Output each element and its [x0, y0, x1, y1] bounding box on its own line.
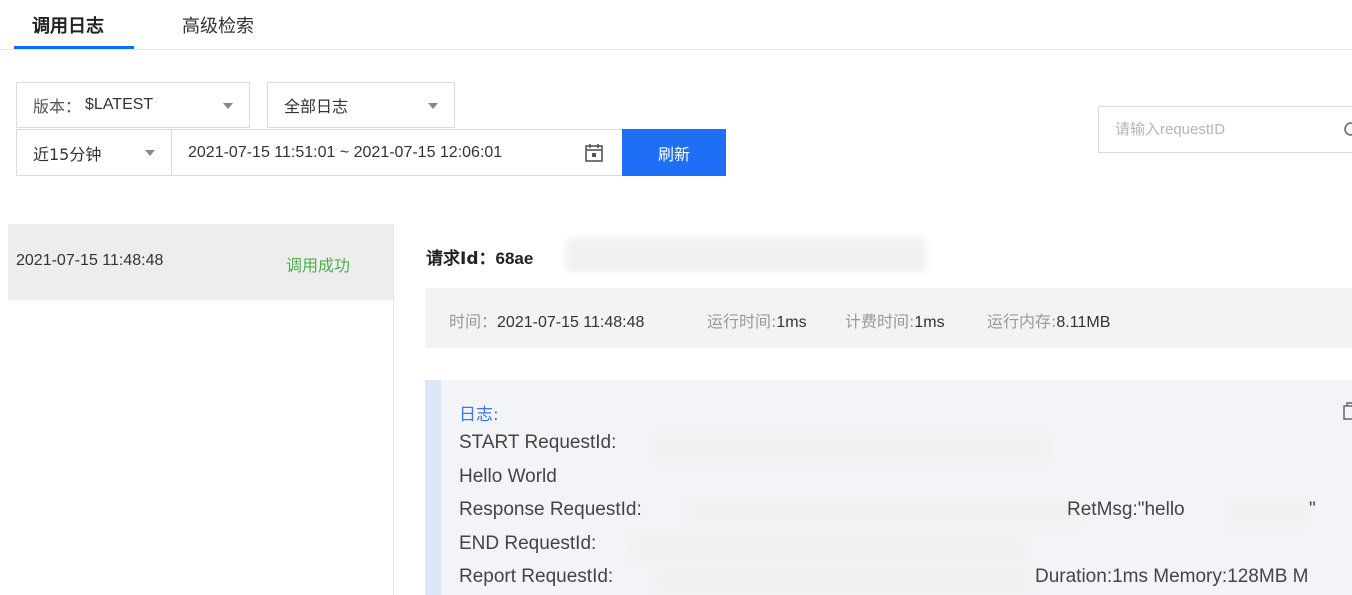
meta-memory: 运行内存:8.11MB: [987, 308, 1110, 332]
meta-run-time-label: 运行时间:: [707, 312, 777, 331]
meta-time-label: 时间：: [449, 312, 498, 331]
log-line-hello: Hello World: [459, 466, 557, 487]
request-id-heading: 请求Id：68ae: [426, 244, 533, 269]
date-range-picker[interactable]: 2021-07-15 11:51:01 ~ 2021-07-15 12:06:0…: [171, 129, 623, 176]
log-line-report-stats: Duration:1ms Memory:128MB M: [1035, 566, 1309, 587]
redacted-start-id: [653, 432, 1049, 462]
log-line-response: Response RequestId:: [459, 499, 642, 520]
log-title: 日志:: [459, 405, 499, 425]
redacted-report-id: [653, 564, 1033, 595]
meta-memory-label: 运行内存:: [987, 312, 1057, 331]
time-preset-value: 近15分钟: [33, 144, 102, 164]
log-line-retmsg-quote: ": [1309, 499, 1316, 520]
request-id-search: [1098, 106, 1352, 153]
version-select[interactable]: 版本： $LATEST: [16, 82, 250, 128]
meta-run-time: 运行时间:1ms: [707, 308, 807, 332]
meta-run-time-value: 1ms: [776, 314, 807, 331]
chevron-down-icon: [223, 103, 233, 109]
calendar-icon: [585, 144, 603, 162]
tab-bar: 调用日志 高级检索: [0, 0, 1352, 50]
log-line-retmsg: RetMsg:"hello: [1067, 499, 1185, 520]
panel-divider: [393, 224, 394, 595]
chevron-down-icon: [145, 150, 155, 156]
search-input[interactable]: [1115, 121, 1335, 138]
log-type-value: 全部日志: [284, 97, 349, 116]
invocation-meta-bar: 时间：2021-07-15 11:48:48 运行时间:1ms 计费时间:1ms…: [425, 288, 1352, 348]
log-line-report: Report RequestId:: [459, 566, 614, 587]
meta-time: 时间：2021-07-15 11:48:48: [449, 308, 644, 332]
meta-bill-time-value: 1ms: [914, 314, 945, 331]
meta-time-value: 2021-07-15 11:48:48: [497, 314, 645, 331]
version-label: 版本：: [33, 97, 82, 116]
meta-memory-value: 8.11MB: [1056, 314, 1111, 331]
time-preset-select[interactable]: 近15分钟: [16, 129, 172, 176]
log-item-status: 调用成功: [286, 256, 351, 275]
chevron-down-icon: [428, 103, 438, 109]
log-item-time: 2021-07-15 11:48:48: [16, 252, 164, 269]
redacted-retmsg: [1227, 499, 1307, 527]
log-line-end: END RequestId:: [459, 533, 597, 554]
request-id-label: 请求Id：: [426, 249, 496, 269]
meta-bill-time-label: 计费时间:: [845, 312, 915, 331]
meta-bill-time: 计费时间:1ms: [845, 308, 945, 332]
redacted-response-id: [689, 499, 1077, 529]
request-id-value: 68ae: [495, 249, 534, 268]
date-range-value: 2021-07-15 11:51:01 ~ 2021-07-15 12:06:0…: [188, 143, 503, 161]
search-icon[interactable]: [1343, 121, 1352, 139]
log-line-start: START RequestId:: [459, 432, 617, 453]
refresh-button[interactable]: 刷新: [622, 129, 726, 176]
copy-icon[interactable]: [1343, 402, 1352, 420]
log-list-item[interactable]: 2021-07-15 11:48:48 调用成功: [8, 224, 393, 300]
active-tab-indicator: [14, 46, 134, 49]
log-type-select[interactable]: 全部日志: [267, 82, 455, 128]
version-value: $LATEST: [85, 96, 154, 113]
redacted-end-id: [631, 533, 1027, 563]
redacted-request-id: [566, 238, 926, 272]
log-output-panel: 日志: START RequestId: Hello World Respons…: [425, 380, 1352, 595]
tab-advanced-search[interactable]: 高级检索: [182, 12, 254, 38]
tab-invocation-log[interactable]: 调用日志: [32, 12, 104, 38]
